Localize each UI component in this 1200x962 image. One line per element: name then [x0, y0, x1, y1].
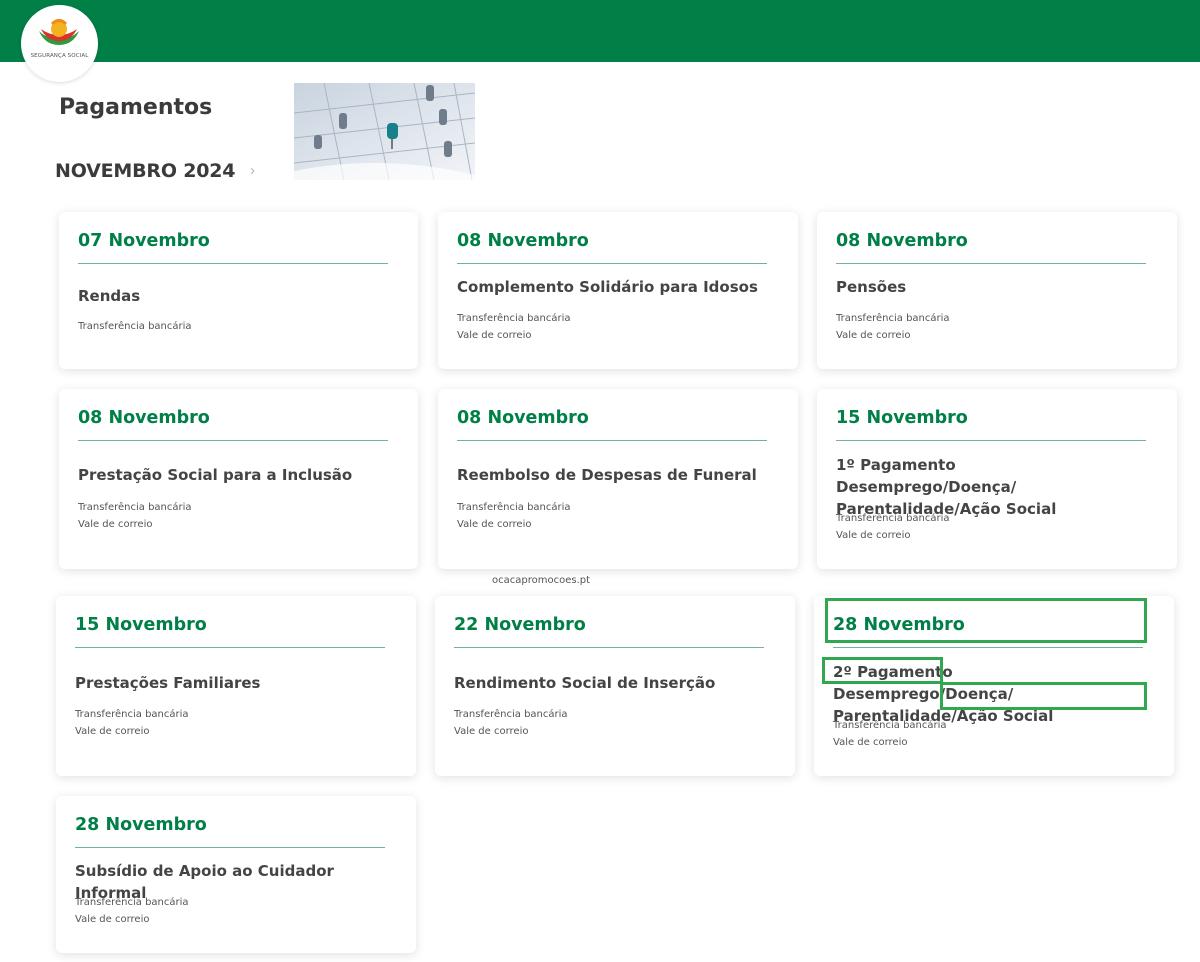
payment-methods: Transferência bancária Vale de correio	[454, 706, 754, 740]
card-divider	[833, 647, 1143, 648]
watermark-text: ocacapromocoes.pt	[492, 575, 591, 586]
payment-card[interactable]: 22 Novembro Rendimento Social de Inserçã…	[435, 596, 795, 776]
payment-card[interactable]: 08 Novembro Complemento Solidário para I…	[438, 212, 798, 369]
payment-title[interactable]: Pensões	[836, 276, 1156, 298]
seguranca-social-logo[interactable]: SEGURANÇA SOCIAL	[21, 5, 98, 82]
payment-methods: Transferência bancária Vale de correio	[75, 706, 375, 740]
payment-methods: Transferência bancária	[78, 318, 378, 335]
payment-method: Vale de correio	[836, 530, 911, 541]
card-divider	[75, 647, 385, 648]
payment-date: 07 Novembro	[78, 231, 210, 251]
payment-methods: Transferência bancária Vale de correio	[833, 717, 1133, 751]
payment-method: Vale de correio	[78, 519, 153, 530]
payment-method: Transferência bancária	[836, 513, 950, 524]
card-divider	[454, 647, 764, 648]
payment-date: 08 Novembro	[78, 408, 210, 428]
payment-method: Vale de correio	[457, 519, 532, 530]
payment-date: 15 Novembro	[836, 408, 968, 428]
payment-methods: Transferência bancária Vale de correio	[836, 510, 1136, 544]
payment-date: 08 Novembro	[457, 408, 589, 428]
payment-date: 28 Novembro	[833, 615, 965, 635]
payment-title[interactable]: Complemento Solidário para Idosos	[457, 276, 777, 298]
payment-methods: Transferência bancária Vale de correio	[836, 310, 1136, 344]
payment-card[interactable]: 28 Novembro Subsídio de Apoio ao Cuidado…	[56, 796, 416, 953]
payment-date: 15 Novembro	[75, 615, 207, 635]
payment-date: 08 Novembro	[457, 231, 589, 251]
payment-method: Vale de correio	[457, 330, 532, 341]
logo-emblem-icon	[39, 19, 79, 45]
card-divider	[78, 440, 388, 441]
logo-text: SEGURANÇA SOCIAL	[30, 53, 89, 59]
payment-method: Vale de correio	[833, 737, 908, 748]
payment-method: Vale de correio	[836, 330, 911, 341]
card-divider	[78, 263, 388, 264]
payment-title[interactable]: Rendas	[78, 285, 398, 307]
card-divider	[75, 847, 385, 848]
payment-title[interactable]: Prestações Familiares	[75, 672, 395, 694]
card-divider	[457, 440, 767, 441]
month-heading[interactable]: NOVEMBRO 2024	[55, 160, 235, 182]
payment-method: Vale de correio	[75, 726, 150, 737]
payment-methods: Transferência bancária Vale de correio	[457, 310, 757, 344]
payment-card[interactable]: 08 Novembro Pensões Transferência bancár…	[817, 212, 1177, 369]
payment-method: Vale de correio	[75, 914, 150, 925]
payment-method: Transferência bancária	[836, 313, 950, 324]
payment-date: 28 Novembro	[75, 815, 207, 835]
payment-method: Transferência bancária	[833, 720, 947, 731]
payment-method: Transferência bancária	[457, 313, 571, 324]
payment-method: Transferência bancária	[454, 709, 568, 720]
payment-card[interactable]: 07 Novembro Rendas Transferência bancári…	[59, 212, 418, 369]
card-divider	[457, 263, 767, 264]
payment-method: Transferência bancária	[75, 897, 189, 908]
payment-title[interactable]: Reembolso de Despesas de Funeral	[457, 464, 777, 486]
payment-method: Transferência bancária	[457, 502, 571, 513]
card-divider	[836, 440, 1146, 441]
payment-methods: Transferência bancária Vale de correio	[457, 499, 757, 533]
payment-methods: Transferência bancária Vale de correio	[78, 499, 378, 533]
chevron-right-icon[interactable]: ›	[250, 162, 255, 179]
top-bar	[0, 0, 1200, 62]
payment-card[interactable]: 15 Novembro Prestações Familiares Transf…	[56, 596, 416, 776]
payment-title[interactable]: Prestação Social para a Inclusão	[78, 464, 398, 486]
card-divider	[836, 263, 1146, 264]
payment-method: Transferência bancária	[78, 502, 192, 513]
payment-method: Transferência bancária	[75, 709, 189, 720]
payment-methods: Transferência bancária Vale de correio	[75, 894, 375, 928]
payment-method: Vale de correio	[454, 726, 529, 737]
payment-card[interactable]: 15 Novembro 1º Pagamento Desemprego/Doen…	[817, 389, 1177, 569]
calendar-hero-image	[294, 83, 475, 180]
payment-card[interactable]: 28 Novembro 2º Pagamento Desemprego/Doen…	[814, 596, 1174, 776]
payment-card[interactable]: 08 Novembro Prestação Social para a Incl…	[59, 389, 418, 569]
payment-card[interactable]: 08 Novembro Reembolso de Despesas de Fun…	[438, 389, 798, 569]
page-title: Pagamentos	[59, 95, 213, 120]
payment-method: Transferência bancária	[78, 321, 192, 332]
payment-date: 08 Novembro	[836, 231, 968, 251]
payment-title[interactable]: Rendimento Social de Inserção	[454, 672, 774, 694]
payment-date: 22 Novembro	[454, 615, 586, 635]
